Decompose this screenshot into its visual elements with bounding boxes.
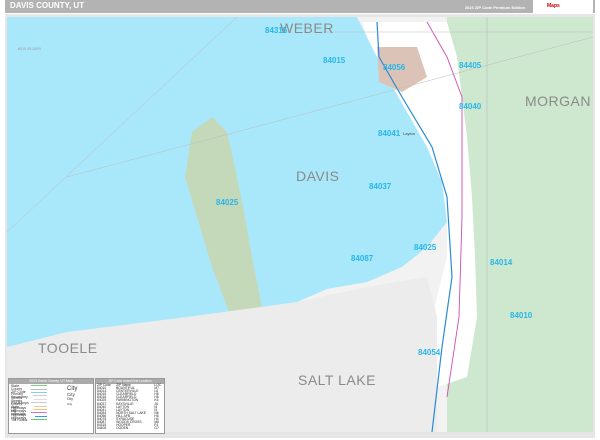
city-label-layton: Layton [403, 131, 416, 136]
zip-label: 84025 [414, 243, 437, 252]
header-bar: DAVIS COUNTY, UT 2023 ZIP Code Premium E… [5, 0, 595, 13]
table-row: 84405 OGDEN G7 [96, 427, 164, 430]
zip-label: 84054 [418, 348, 441, 357]
zip-label: 84041 [378, 129, 401, 138]
zip-label: 84315 [265, 26, 288, 35]
map-legend: 2023 Davis County, UT Map State County Z… [8, 378, 94, 434]
zip-label: 84040 [459, 102, 482, 111]
table-cell: G7 [154, 426, 159, 431]
zip-label: 84405 [459, 61, 482, 70]
zip-label: 84015 [323, 56, 346, 65]
county-label-salt-lake: SALT LAKE [298, 372, 376, 388]
edition-label: 2023 ZIP Code Premium Edition [464, 5, 525, 10]
county-label-tooele: TOOELE [38, 340, 98, 356]
county-label-morgan: MORGAN [525, 93, 591, 109]
legend-item: Toll Roads [9, 418, 93, 422]
county-label-box-elder: BOX ELDER [18, 46, 41, 51]
table-cell: 84405 [97, 426, 107, 431]
zip-label: 84014 [490, 258, 513, 267]
zip-label: 84025 [216, 198, 239, 207]
publisher-logo: Maps [533, 0, 593, 13]
legend-city-size: City [67, 402, 73, 406]
zip-label: 84056 [383, 63, 406, 72]
zip-label: 84010 [510, 311, 533, 320]
map-canvas[interactable] [7, 17, 593, 432]
zip-label: 84087 [351, 254, 374, 263]
map-title: DAVIS COUNTY, UT [10, 1, 85, 10]
table-cell: OGDEN [116, 426, 129, 431]
county-label-davis: DAVIS [296, 168, 340, 184]
zip-label: 84037 [369, 182, 392, 191]
zip-index-table: ZIP Code Index/Grid Location ZIP Code ZIP… [95, 378, 165, 434]
county-label-weber: WEBER [280, 20, 334, 36]
